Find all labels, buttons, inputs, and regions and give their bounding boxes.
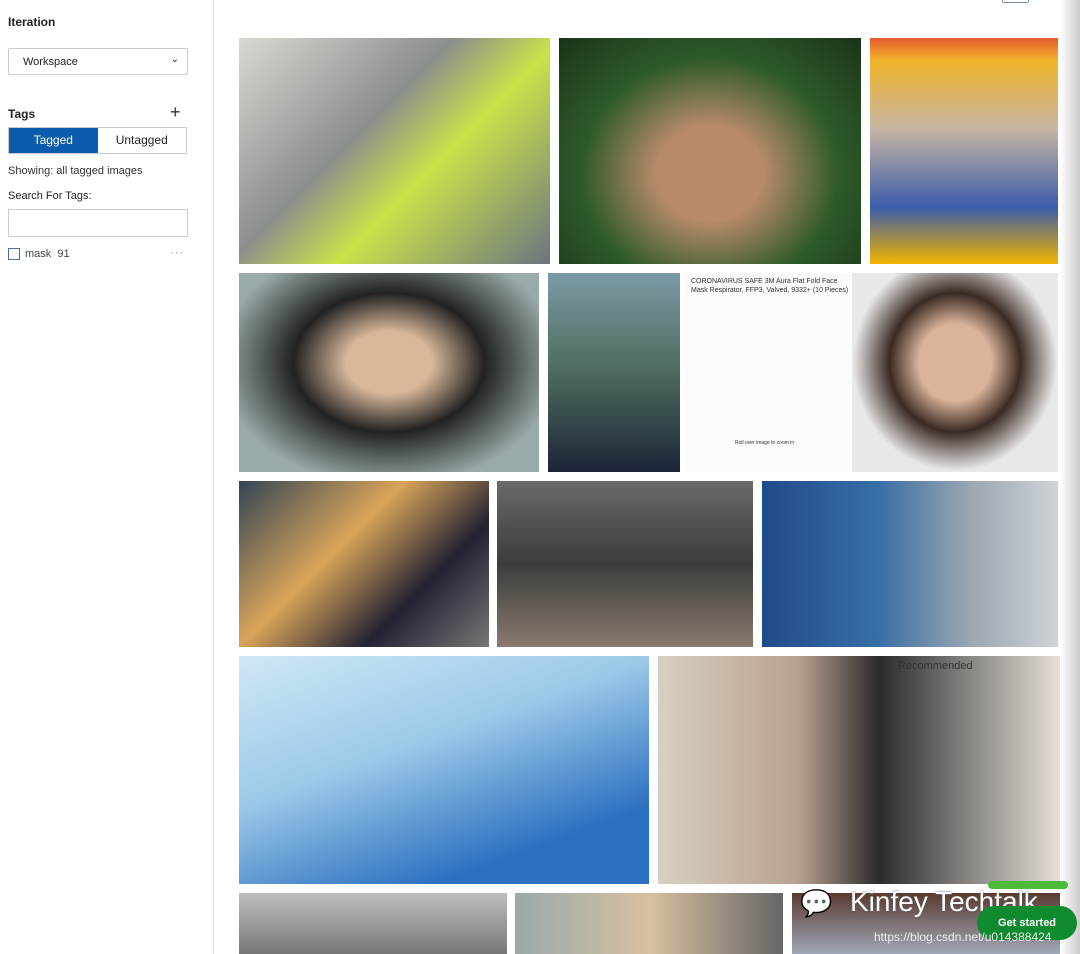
product-title: CORONAVIRUS SAFE 3M Aura Flat Fold Face … xyxy=(691,278,849,294)
image-thumbnail[interactable] xyxy=(239,273,539,472)
chevron-down-icon: ⌄ xyxy=(170,54,179,65)
tag-filter-toggle: Tagged Untagged xyxy=(8,127,187,154)
iteration-value: Workspace xyxy=(23,56,78,68)
tag-count: 91 xyxy=(57,248,70,260)
iteration-select[interactable]: Workspace ⌄ xyxy=(8,48,188,75)
tagged-tab[interactable]: Tagged xyxy=(9,128,98,153)
scroll-shadow xyxy=(1060,0,1080,954)
tag-item-mask[interactable]: mask 91 ··· xyxy=(8,247,188,261)
product-hint: Roll over image to zoom in xyxy=(735,440,795,446)
tags-heading: Tags xyxy=(8,107,36,121)
sidebar: Iteration Workspace ⌄ Tags + Tagged Untag… xyxy=(0,0,214,954)
image-thumbnail[interactable]: Recommended xyxy=(658,656,1060,884)
search-label: Search For Tags: xyxy=(8,190,92,202)
image-thumbnail[interactable] xyxy=(239,481,489,647)
tag-name: mask xyxy=(25,248,52,260)
image-thumbnail[interactable] xyxy=(559,38,861,264)
untagged-tab[interactable]: Untagged xyxy=(98,128,187,153)
showing-text: Showing: all tagged images xyxy=(8,165,143,177)
image-thumbnail[interactable] xyxy=(239,38,550,264)
image-thumbnail[interactable] xyxy=(762,481,1058,647)
image-thumbnail[interactable] xyxy=(870,38,1058,264)
image-thumbnail[interactable] xyxy=(239,656,649,884)
tag-checkbox[interactable] xyxy=(8,248,20,260)
image-thumbnail[interactable] xyxy=(548,273,680,472)
more-options-icon[interactable]: ··· xyxy=(170,247,184,259)
watermark-url: https://blog.csdn.net/u014388424 xyxy=(874,930,1052,944)
iteration-heading: Iteration xyxy=(8,15,56,29)
pharmacy-sign: Recommended xyxy=(898,660,973,672)
image-thumbnail[interactable]: CORONAVIRUS SAFE 3M Aura Flat Fold Face … xyxy=(685,273,851,472)
toolbar-button[interactable] xyxy=(1002,0,1029,3)
add-tag-button[interactable]: + xyxy=(170,103,181,121)
wechat-icon: 💬 xyxy=(800,888,833,918)
image-thumbnail[interactable] xyxy=(515,893,783,954)
image-thumbnail[interactable] xyxy=(852,273,1058,472)
image-thumbnail[interactable] xyxy=(497,481,753,647)
image-thumbnail[interactable] xyxy=(239,893,507,954)
search-tags-input[interactable] xyxy=(8,209,188,237)
